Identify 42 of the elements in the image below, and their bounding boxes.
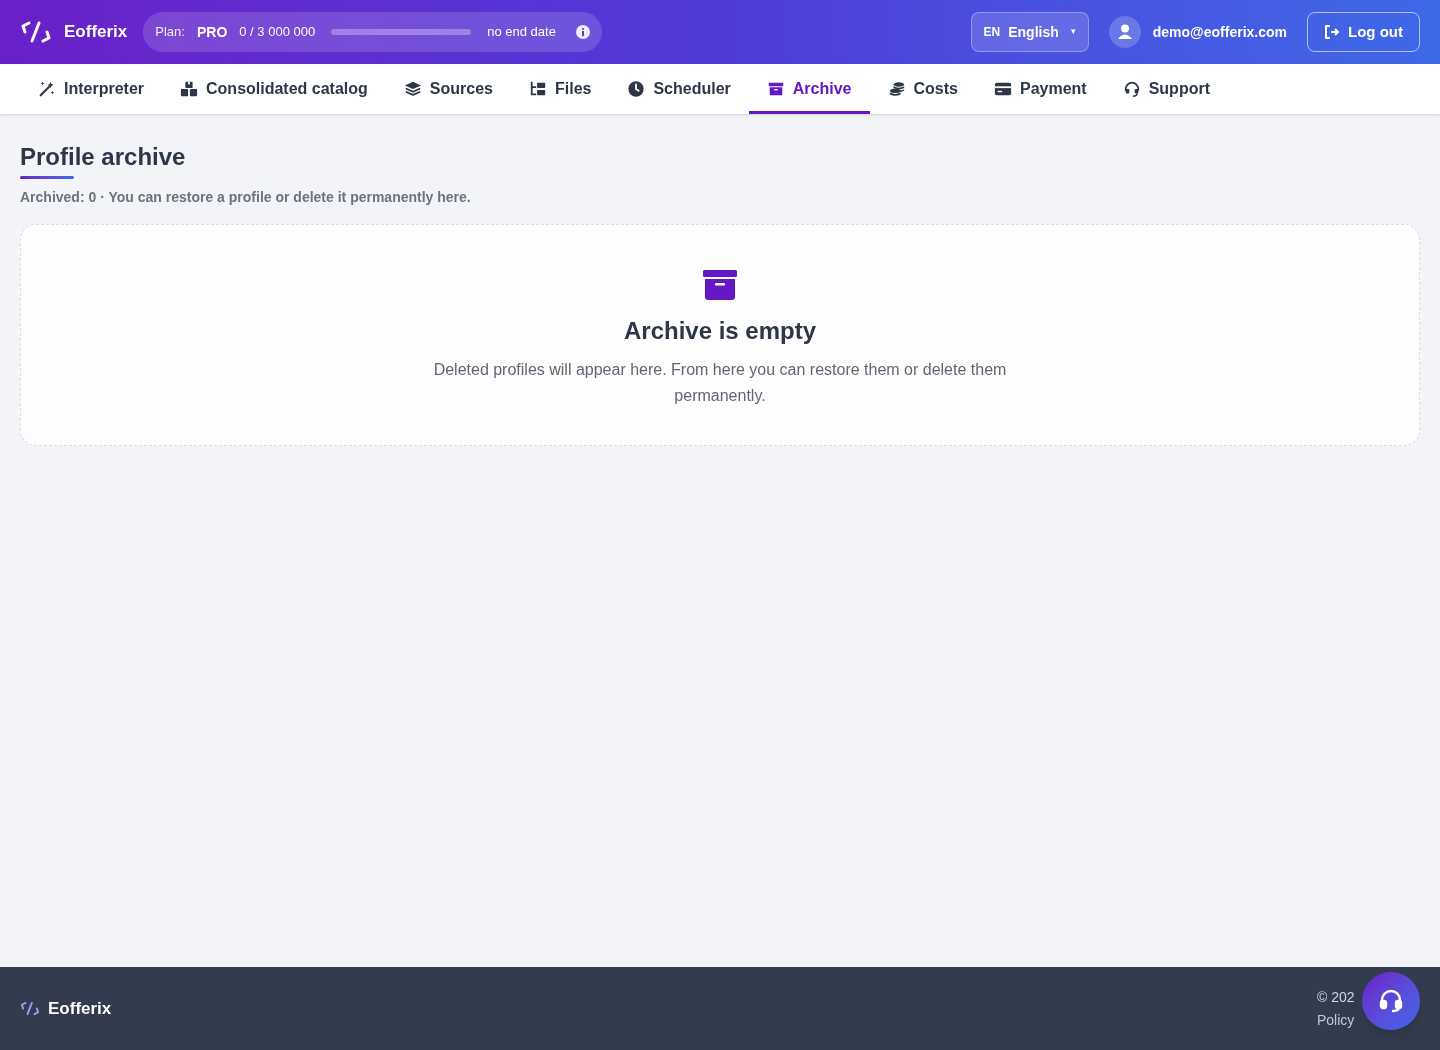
page-title: Profile archive <box>20 142 187 172</box>
avatar-icon[interactable] <box>1108 16 1141 48</box>
nav-tab[interactable]: Sources <box>385 64 511 114</box>
support-chat-button[interactable] <box>1362 972 1420 1030</box>
empty-state-title: Archive is empty <box>623 316 817 346</box>
plan-end-date: no end date <box>487 23 556 42</box>
credit-card-icon <box>993 80 1012 98</box>
clock-icon <box>627 80 646 98</box>
plan-label: Plan: <box>155 23 185 42</box>
coins-icon <box>887 80 906 98</box>
nav-tab[interactable]: Files <box>510 64 610 114</box>
nav-tab[interactable]: Archive <box>748 64 870 114</box>
plan-name: PRO <box>196 22 228 42</box>
brand-name[interactable]: Eofferix <box>64 19 128 45</box>
logo-icon <box>20 1001 40 1016</box>
nav-tab[interactable]: Costs <box>869 64 976 114</box>
language-selector[interactable]: EN English ▾ <box>970 12 1089 52</box>
nav-tab[interactable]: Support <box>1104 64 1228 114</box>
archive-icon <box>702 269 738 301</box>
footer-brand[interactable]: Eofferix <box>48 995 112 1022</box>
archive-icon <box>766 80 785 98</box>
logo-icon <box>20 20 52 44</box>
logout-button[interactable]: Log out <box>1307 12 1420 52</box>
nav-tab[interactable]: Scheduler <box>609 64 749 114</box>
file-tree-icon <box>528 80 547 98</box>
empty-state-text: Deleted profiles will appear here. From here you can restore them or delete them permanently. <box>432 360 1008 406</box>
boxes-icon <box>180 80 199 98</box>
policy-link[interactable]: Policy <box>1317 1009 1355 1031</box>
nav-tab[interactable]: Consolidated catalog <box>162 64 386 114</box>
nav-tab[interactable]: Payment <box>975 64 1105 114</box>
magic-wand-icon <box>38 80 56 98</box>
copyright-text: © 202 <box>1317 987 1355 1007</box>
layers-icon <box>403 80 422 98</box>
user-email[interactable]: demo@eofferix.com <box>1152 21 1287 43</box>
title-underline <box>20 176 74 179</box>
info-icon[interactable] <box>575 25 590 39</box>
page-subtitle: Archived: 0 · You can restore a profile or delete it permanently here. <box>20 188 472 207</box>
nav-tab[interactable]: Interpreter <box>20 64 163 114</box>
headset-icon <box>1378 988 1404 1014</box>
usage-count: 0 / 3 000 000 <box>239 23 316 42</box>
headset-icon <box>1122 80 1141 98</box>
logout-icon <box>1324 25 1340 39</box>
